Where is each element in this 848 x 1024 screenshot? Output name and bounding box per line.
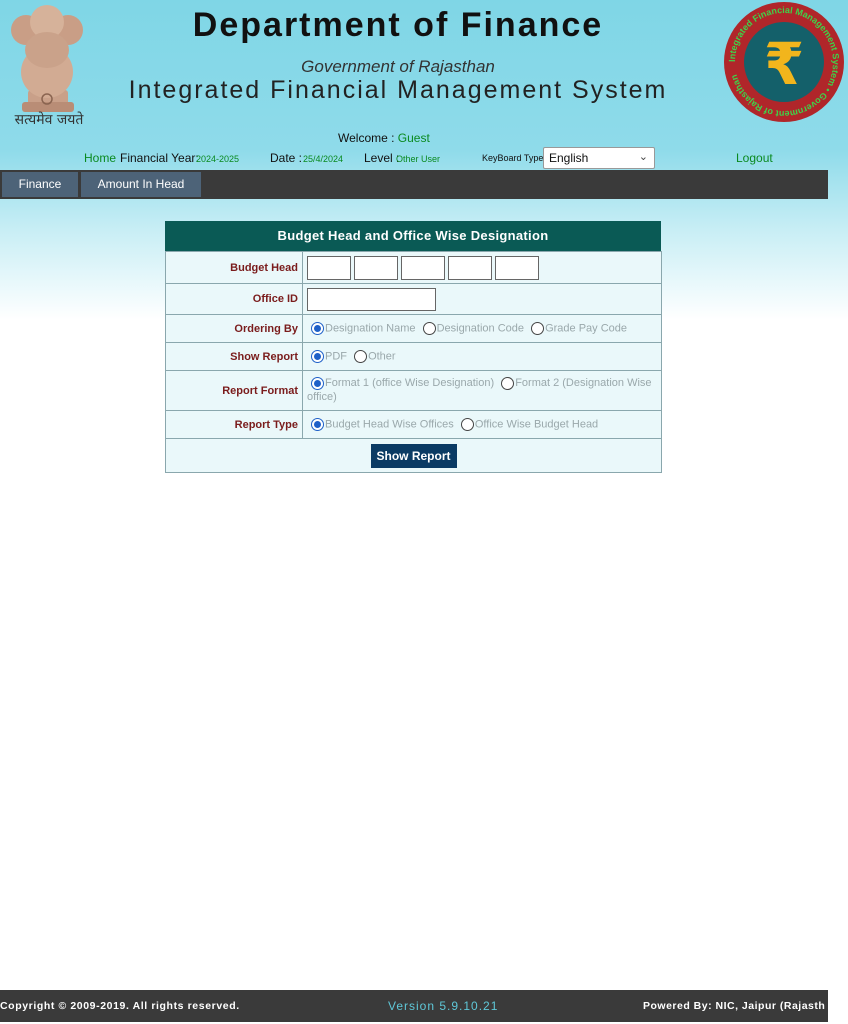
report-type-option-label: Office Wise Budget Head [474,418,599,431]
version-text: Version 5.9.10.21 [388,999,499,1013]
budget-head-input-2[interactable] [354,255,398,280]
report-type-office-wise-radio[interactable] [460,418,474,431]
office-id-input[interactable] [307,287,436,311]
financial-year-label: Financial Year: [120,151,199,165]
show-report-pdf-radio[interactable] [311,350,324,363]
show-report-other-radio[interactable] [354,350,368,363]
show-report-row: Show Report PDF Other [165,342,662,371]
budget-head-label: Budget Head [165,251,303,284]
report-format-label: Report Format [165,370,303,411]
report-type-row: Report Type Budget Head Wise Offices Off… [165,410,662,439]
logout-link[interactable]: Logout [736,151,773,165]
report-format-1-radio[interactable] [311,377,324,391]
info-bar: Home Financial Year: 2024-2025 Date : 25… [0,148,848,168]
budget-head-input-4[interactable] [448,255,492,280]
form-table: Budget Head Office ID Ordering By Design… [165,251,662,473]
designation-form: Budget Head and Office Wise Designation … [165,221,662,473]
office-id-row: Office ID [165,283,662,315]
report-format-option-label: Format 1 (office Wise Designation) [325,377,495,390]
powered-by-text: Powered By: NIC, Jaipur (Rajasth [643,1000,826,1012]
level-label: Level : [364,151,400,165]
welcome-text: Welcome : Guest [338,131,430,145]
show-report-button[interactable]: Show Report [370,443,457,468]
keyboard-type-select[interactable]: English ⌄ [543,147,655,169]
report-type-label: Report Type [165,410,303,439]
report-format-row: Report Format Format 1 (office Wise Desi… [165,370,662,411]
ordering-designation-name-radio[interactable] [311,322,324,335]
date-value: 25/4/2024 [303,154,344,164]
budget-head-row: Budget Head [165,251,662,284]
menu-item-amount-in-head[interactable]: Amount In Head [81,172,201,197]
department-title: Department of Finance [192,6,604,44]
keyboard-type-value: English [549,151,589,165]
chevron-down-icon: ⌄ [638,151,648,163]
show-report-option-label: PDF [325,350,347,363]
home-link[interactable]: Home [84,151,116,165]
report-format-2-radio[interactable] [501,377,515,391]
rupee-logo-icon: Integrated Financial Management System •… [724,2,844,122]
budget-head-input-3[interactable] [401,255,445,280]
budget-head-input-5[interactable] [495,255,539,280]
welcome-user: Guest [397,131,430,145]
level-value: Other User [396,154,441,164]
office-id-label: Office ID [165,283,303,315]
ordering-by-label: Ordering By [165,314,303,343]
system-title: Integrated Financial Management System [128,76,668,104]
ordering-option-label: Designation Code [436,322,525,335]
copyright-text: Copyright © 2009-2019. All rights reserv… [0,1000,240,1012]
financial-year-value: 2024-2025 [196,154,240,164]
report-type-budget-head-radio[interactable] [311,418,324,431]
menu-bar: Finance Amount In Head [0,170,828,199]
government-subtitle: Government of Rajasthan [301,57,495,76]
ordering-by-row: Ordering By Designation Name Designation… [165,314,662,343]
show-report-option-label: Other [368,350,396,363]
site-footer: Copyright © 2009-2019. All rights reserv… [0,990,828,1022]
ordering-designation-code-radio[interactable] [422,322,436,335]
menu-item-finance[interactable]: Finance [2,172,78,197]
report-type-option-label: Budget Head Wise Offices [325,418,454,431]
budget-head-input-1[interactable] [307,255,351,280]
submit-row: Show Report [165,438,662,473]
svg-text:₹: ₹ [764,30,804,98]
ordering-option-label: Designation Name [325,322,416,335]
form-title: Budget Head and Office Wise Designation [165,221,661,251]
show-report-label: Show Report [165,342,303,371]
ordering-option-label: Grade Pay Code [545,322,628,335]
motto-text: सत्यमेव जयते [14,112,84,128]
keyboard-type-label: KeyBoard Type: [482,153,546,163]
ordering-grade-pay-code-radio[interactable] [531,322,545,335]
date-label: Date : [270,151,303,165]
